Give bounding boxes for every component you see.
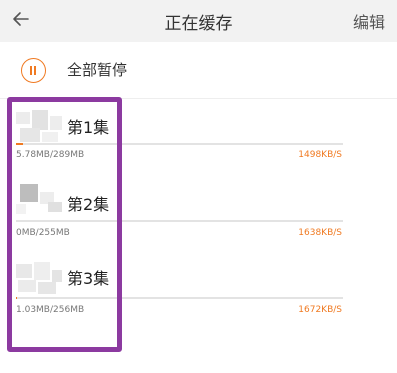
edit-button[interactable]: 编辑: [353, 9, 385, 33]
size-text: 1.03MB/256MB: [16, 305, 85, 315]
download-item-3[interactable]: 第3集 1.03MB/256MB 1672KB/S: [0, 254, 397, 332]
episode-label: 第2集: [67, 195, 110, 214]
speed-text: 1498KB/S: [298, 150, 342, 160]
episode-label: 第3集: [67, 269, 110, 288]
top-bar: 正在缓存 编辑: [0, 0, 397, 42]
page-title: 正在缓存: [164, 14, 233, 34]
pause-all-row[interactable]: 全部暂停: [0, 42, 397, 99]
speed-text: 1638KB/S: [298, 228, 342, 238]
pause-all-label: 全部暂停: [67, 61, 128, 79]
size-text: 0MB/255MB: [16, 228, 70, 238]
progress-bar: [16, 220, 343, 222]
episode-thumbnail: [14, 110, 64, 144]
episode-thumbnail: [14, 184, 64, 218]
progress-bar: [16, 297, 343, 299]
size-text: 5.78MB/289MB: [16, 150, 85, 160]
speed-text: 1672KB/S: [298, 305, 342, 315]
download-item-2[interactable]: 第2集 0MB/255MB 1638KB/S: [0, 176, 397, 254]
episode-thumbnail: [14, 262, 64, 296]
progress-bar: [16, 143, 343, 145]
pause-icon[interactable]: [21, 58, 46, 83]
episode-label: 第1集: [67, 118, 110, 137]
progress-fill: [16, 297, 18, 299]
progress-fill: [16, 143, 23, 145]
download-item-1[interactable]: 第1集 5.78MB/289MB 1498KB/S: [0, 98, 397, 176]
